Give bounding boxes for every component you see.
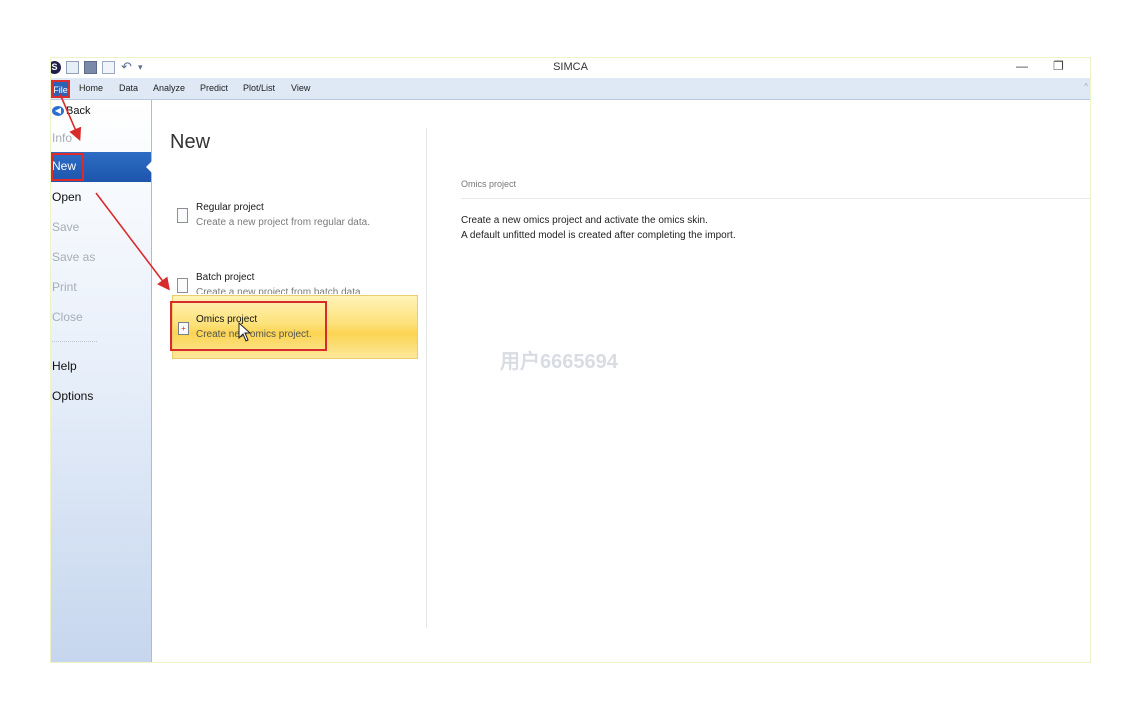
option-desc: Create a new project from regular data. [196,217,370,228]
tab-data[interactable]: Data [119,83,138,93]
nav-item-open[interactable]: Open [52,190,81,204]
collapse-ribbon-icon[interactable]: ^ [1084,82,1088,91]
option-regular-project[interactable]: Regular project Create a new project fro… [174,202,424,246]
nav-item-help[interactable]: Help [52,359,77,373]
tab-view[interactable]: View [291,83,310,93]
back-arrow-icon: ◀ [52,106,64,116]
page-title: New [170,131,211,153]
document-icon [177,278,188,293]
restore-icon[interactable]: ❐ [1053,59,1064,73]
tab-file[interactable]: File [51,80,70,98]
nav-item-close: Close [52,310,83,324]
detail-desc-line2: A default unfitted model is created afte… [461,230,736,241]
nav-item-print: Print [52,280,77,294]
tab-predict[interactable]: Predict [200,83,228,93]
mouse-cursor-icon [238,322,252,342]
annotation-box-new [51,153,84,181]
option-title: Batch project [196,272,255,283]
detail-title: Omics project [461,179,517,189]
tab-home[interactable]: Home [79,83,103,93]
option-desc: Create a new project from batch data. [196,287,364,294]
document-icon [177,208,188,223]
option-title: Regular project [196,202,264,213]
back-label: Back [66,105,91,117]
nav-item-info: Info [52,131,73,145]
back-button[interactable]: ◀ Back [52,105,90,117]
new-pane: New Regular project Create a new project… [152,100,1090,662]
pane-divider [426,128,427,628]
backstage-nav: ◀ Back Info New Open Save Save as Print … [51,100,152,662]
window-title: SIMCA [553,61,588,73]
detail-desc-line1: Create a new omics project and activate … [461,215,708,226]
nav-item-options[interactable]: Options [52,389,93,403]
nav-item-save-as: Save as [52,250,96,264]
detail-divider [461,198,1090,199]
minimize-icon[interactable]: — [1016,59,1028,73]
title-bar: S ↶ ▾ SIMCA — ❐ [51,58,1090,78]
ribbon-tabs: File Home Data Analyze Predict Plot/List… [51,78,1090,100]
tab-plot-list[interactable]: Plot/List [243,83,275,93]
nav-item-save: Save [52,220,80,234]
nav-divider [52,341,97,342]
watermark: 用户6665694 [500,351,618,373]
tab-analyze[interactable]: Analyze [153,83,185,93]
